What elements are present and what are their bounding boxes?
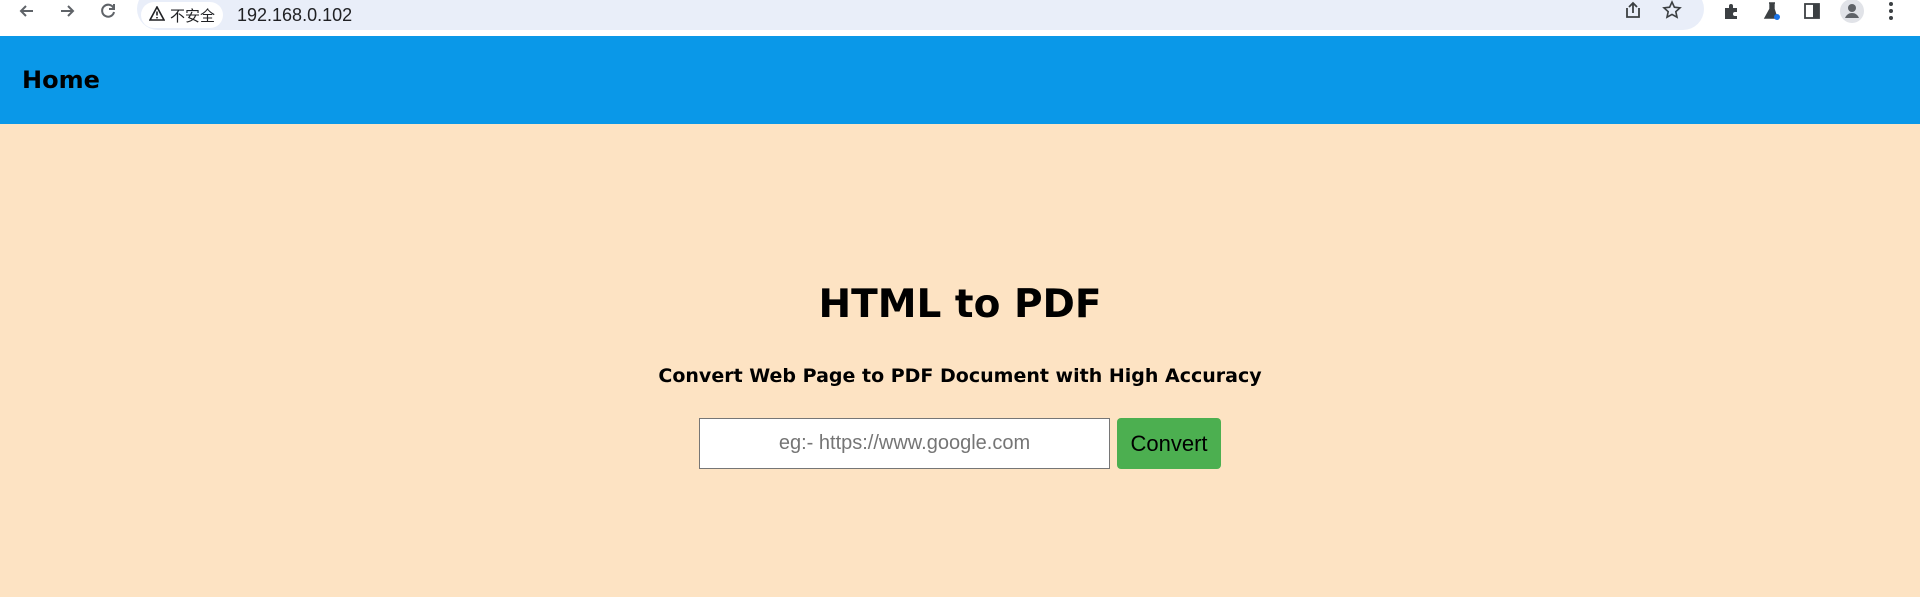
- side-panel-icon[interactable]: [1798, 0, 1826, 22]
- back-arrow-icon[interactable]: [12, 0, 42, 22]
- flask-icon[interactable]: [1758, 0, 1786, 22]
- star-icon[interactable]: [1658, 0, 1686, 21]
- reload-icon[interactable]: [93, 0, 123, 22]
- address-bar[interactable]: 不安全 192.168.0.102: [137, 0, 1704, 30]
- kebab-menu-icon[interactable]: [1877, 0, 1905, 22]
- url-input[interactable]: [699, 418, 1110, 469]
- puzzle-icon[interactable]: [1718, 0, 1746, 22]
- forward-arrow-icon[interactable]: [52, 0, 82, 22]
- page-subtitle: Convert Web Page to PDF Document with Hi…: [658, 365, 1262, 387]
- page-title: HTML to PDF: [818, 282, 1102, 327]
- share-icon[interactable]: [1619, 0, 1647, 21]
- main-content: HTML to PDF Convert Web Page to PDF Docu…: [0, 124, 1920, 597]
- convert-button[interactable]: Convert: [1117, 418, 1221, 469]
- security-indicator[interactable]: 不安全: [141, 2, 224, 28]
- profile-icon[interactable]: [1838, 0, 1866, 23]
- home-link[interactable]: Home: [22, 36, 100, 124]
- browser-toolbar: 不安全 192.168.0.102: [0, 0, 1920, 36]
- url-text[interactable]: 192.168.0.102: [237, 2, 352, 28]
- site-header: Home: [0, 36, 1920, 124]
- warning-icon: [148, 4, 166, 25]
- security-label: 不安全: [170, 7, 216, 25]
